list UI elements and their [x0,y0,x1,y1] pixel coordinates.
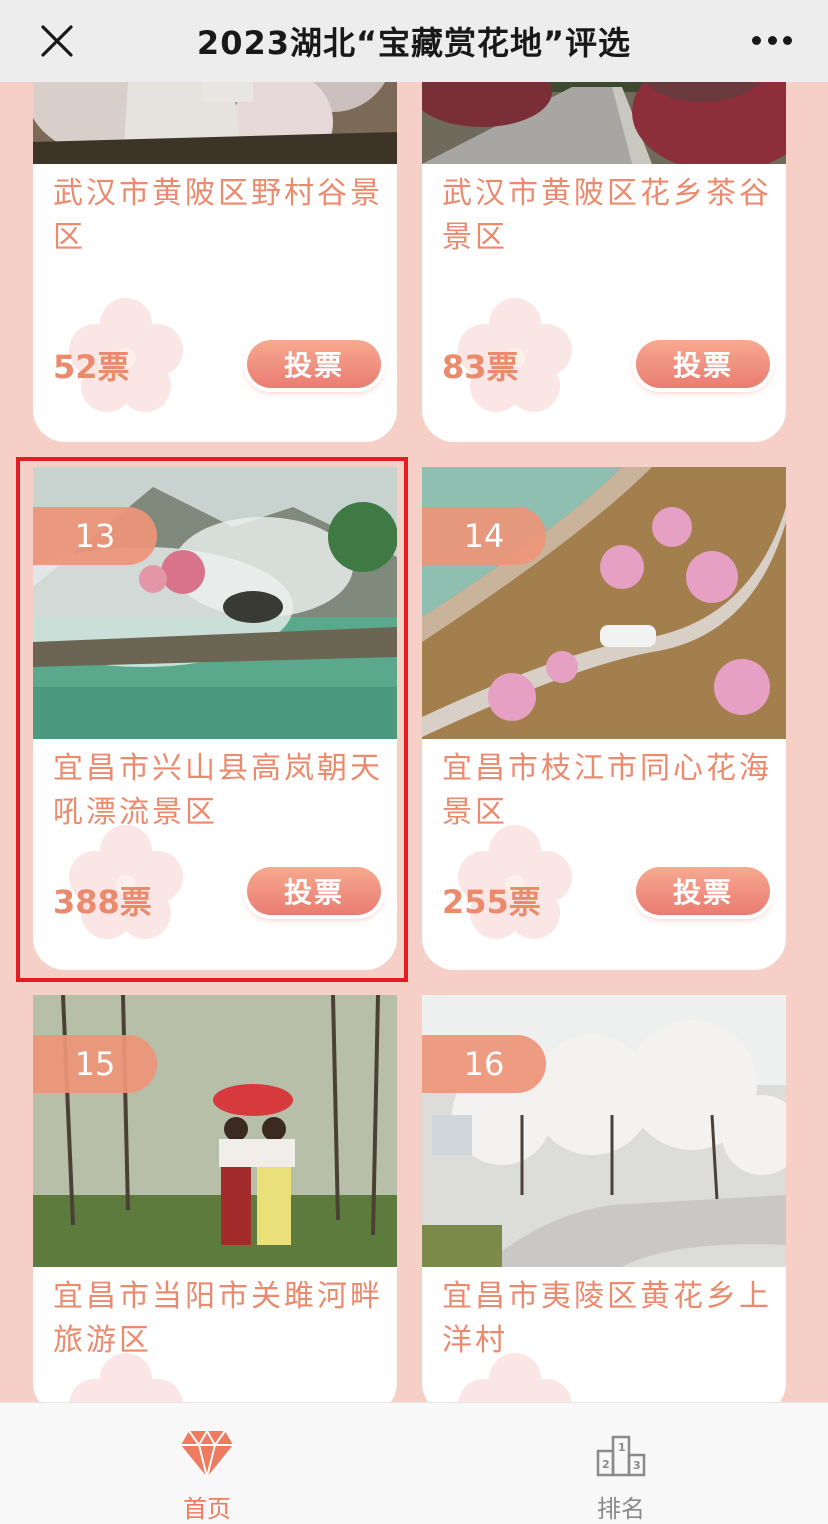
rank-badge: 16 [422,1035,546,1093]
spot-name: 武汉市黄陂区花乡茶谷景区 [442,176,772,255]
diamond-icon [181,1428,233,1478]
more-options-icon[interactable] [752,28,792,52]
svg-text:2: 2 [602,1458,610,1471]
vote-button[interactable]: 投票 [636,867,770,915]
vote-button[interactable]: 投票 [636,340,770,388]
bottom-tab-bar: 首页 12 3 排名 [0,1402,828,1524]
spot-card: 15 宜昌市当阳市关雎河畔旅游区 [33,995,397,1402]
spot-card: 14 宜昌市枝江市同心花海景区 255票 投票 [422,467,786,970]
svg-text:1: 1 [618,1441,626,1454]
tab-ranking[interactable]: 12 3 排名 [521,1403,721,1524]
vote-button[interactable]: 投票 [247,867,381,915]
spot-name: 宜昌市夷陵区黄花乡上洋村 [442,1279,772,1358]
rank-badge: 14 [422,507,546,565]
flower-watermark-icon [458,1353,572,1402]
spot-name: 武汉市黄陂区野村谷景区 [53,176,383,255]
page-title: 2023湖北“宝藏赏花地”评选 [196,24,632,62]
svg-text:3: 3 [633,1459,641,1472]
card-grid[interactable]: 武汉市黄陂区野村谷景区 52票 投票 武汉市黄陂区花乡茶谷景区 83票 投票 1… [0,82,828,1402]
vote-count: 255票 [442,883,541,921]
rank-badge: 13 [33,507,157,565]
rank-badge: 15 [33,1035,157,1093]
spot-name: 宜昌市兴山县高岚朝天吼漂流景区 [53,751,383,830]
vote-count: 52票 [53,348,130,386]
spot-card: 16 宜昌市夷陵区黄花乡上洋村 [422,995,786,1402]
close-icon[interactable] [38,22,76,60]
spot-name: 宜昌市当阳市关雎河畔旅游区 [53,1279,383,1358]
podium-icon: 12 3 [596,1435,646,1477]
spot-photo[interactable] [422,82,786,164]
vote-button[interactable]: 投票 [247,340,381,388]
spot-card: 13 宜昌市兴山县高岚朝天吼漂流景区 388票 投票 [33,467,397,970]
vote-count: 83票 [442,348,519,386]
spot-photo[interactable] [33,82,397,164]
spot-card: 武汉市黄陂区野村谷景区 52票 投票 [33,82,397,442]
spot-card: 武汉市黄陂区花乡茶谷景区 83票 投票 [422,82,786,442]
tab-home-label: 首页 [183,1495,231,1523]
spot-name: 宜昌市枝江市同心花海景区 [442,751,772,830]
top-bar: 2023湖北“宝藏赏花地”评选 [0,0,828,82]
vote-count: 388票 [53,883,152,921]
flower-watermark-icon [69,1353,183,1402]
tab-home[interactable]: 首页 [107,1403,307,1524]
tab-ranking-label: 排名 [597,1495,645,1523]
